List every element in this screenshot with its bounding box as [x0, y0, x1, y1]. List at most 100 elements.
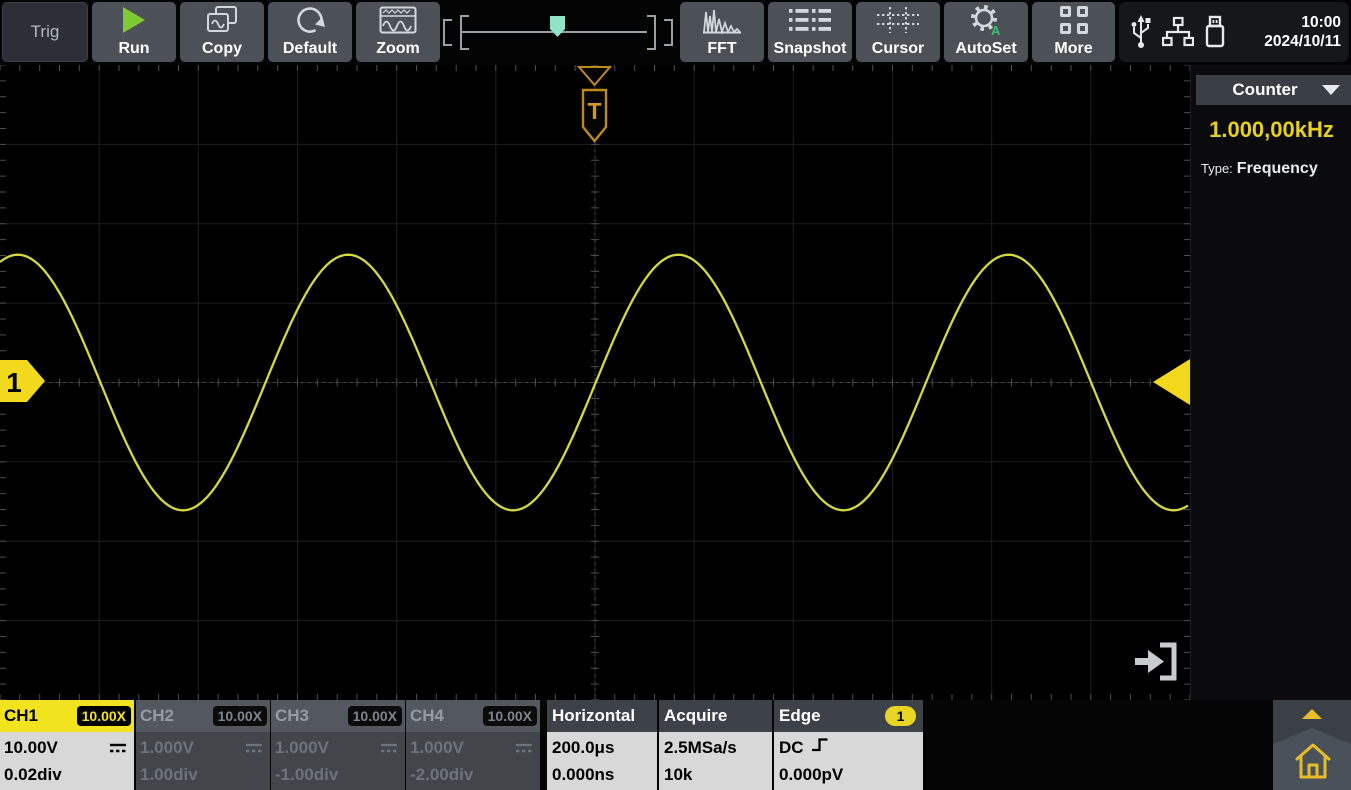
channel1-marker-label: 1 — [6, 367, 22, 398]
waveform-display: T 1 — [0, 65, 1190, 700]
counter-value: 1.000,00kHz — [1191, 117, 1351, 143]
zoom-button[interactable]: Zoom — [356, 2, 440, 62]
horizontal-delay: 0.000ns — [552, 761, 657, 788]
slider-outer-right-bracket — [664, 19, 673, 46]
trig-label: Trig — [31, 22, 60, 42]
acquire-sample-rate: 2.5MSa/s — [664, 734, 772, 761]
horizontal-panel[interactable]: Horizontal 200.0μs 0.000ns — [547, 700, 657, 790]
fft-spectrum-icon — [680, 2, 764, 38]
chevron-down-icon — [1322, 85, 1340, 95]
counter-title: Counter — [1232, 80, 1297, 100]
channel1-name: CH1 — [4, 706, 38, 726]
snapshot-label: Snapshot — [774, 38, 847, 62]
trigger-level-marker[interactable] — [1153, 359, 1190, 405]
channel4-probe-badge: 10.00X — [483, 706, 537, 726]
zoom-waveform-icon — [356, 2, 440, 38]
usb-storage-icon — [1203, 15, 1227, 49]
usb-device-icon — [1129, 14, 1153, 50]
channel1-position: 0.02div — [4, 761, 134, 788]
horizontal-title: Horizontal — [552, 706, 635, 726]
status-bar: CH1 10.00X 10.00V 0.02div CH2 10.00X 1.0… — [0, 700, 1351, 790]
channel2-name: CH2 — [140, 706, 174, 726]
dc-coupling-icon — [245, 734, 263, 761]
dc-coupling-icon — [380, 734, 398, 761]
cursor-label: Cursor — [872, 38, 924, 62]
channel1-panel[interactable]: CH1 10.00X 10.00V 0.02div — [0, 700, 134, 790]
trigger-level: 0.000pV — [779, 761, 923, 788]
channel1-probe-badge: 10.00X — [77, 706, 131, 726]
run-button[interactable]: Run — [92, 2, 176, 62]
zoom-label: Zoom — [376, 38, 420, 62]
snapshot-list-icon — [768, 2, 852, 38]
lan-network-icon — [1162, 16, 1194, 48]
fft-label: FFT — [707, 38, 736, 62]
autoset-a-mark: A — [991, 23, 1001, 36]
trigger-panel[interactable]: Edge 1 DC 0.000pV — [774, 700, 923, 790]
channel3-panel[interactable]: CH3 10.00X 1.000V -1.00div — [271, 700, 405, 790]
trig-button[interactable]: Trig — [2, 2, 88, 62]
channel3-position: -1.00div — [275, 761, 405, 788]
counter-dropdown[interactable]: Counter — [1196, 75, 1351, 105]
copy-label: Copy — [202, 38, 242, 62]
trigger-position-thumb[interactable] — [550, 16, 565, 37]
channel2-scale: 1.000V — [140, 734, 194, 761]
graticule-and-waveform — [0, 65, 1190, 700]
trigger-source-badge: 1 — [885, 706, 916, 726]
clock-time: 10:00 — [1264, 13, 1341, 32]
measurement-sidebar: Counter 1.000,00kHz Type: Frequency — [1190, 65, 1351, 700]
counter-type-row: Type: Frequency — [1201, 160, 1318, 178]
channel4-name: CH4 — [410, 706, 444, 726]
channel4-panel[interactable]: CH4 10.00X 1.000V -2.00div — [406, 700, 540, 790]
channel3-name: CH3 — [275, 706, 309, 726]
more-button[interactable]: More — [1032, 2, 1115, 62]
acquire-panel[interactable]: Acquire 2.5MSa/s 10k — [659, 700, 772, 790]
channel1-scale: 10.00V — [4, 734, 58, 761]
channel2-panel[interactable]: CH2 10.00X 1.000V 1.00div — [136, 700, 270, 790]
copy-icon — [180, 2, 264, 38]
counter-type-value: Frequency — [1237, 160, 1318, 177]
trigger-title: Edge — [779, 706, 821, 726]
horizontal-timebase: 200.0μs — [552, 734, 657, 761]
top-toolbar: Trig Run Copy Default — [0, 0, 1351, 65]
horizontal-position-slider[interactable] — [441, 2, 677, 62]
collapse-panel-icon[interactable] — [1131, 641, 1179, 688]
channel1-position-marker[interactable]: 1 — [0, 360, 46, 407]
snapshot-button[interactable]: Snapshot — [768, 2, 852, 62]
home-panel[interactable] — [1273, 700, 1351, 790]
acquire-title: Acquire — [664, 706, 727, 726]
autoset-label: AutoSet — [955, 38, 1016, 62]
channel2-position: 1.00div — [140, 761, 270, 788]
system-status-area: 10:00 2024/10/11 — [1119, 2, 1349, 62]
trigger-t-symbol: T — [587, 98, 601, 124]
oscilloscope-screen: Trig Run Copy Default — [0, 0, 1351, 790]
channel4-position: -2.00div — [410, 761, 540, 788]
play-icon — [92, 2, 176, 38]
channel3-probe-badge: 10.00X — [348, 706, 402, 726]
fft-button[interactable]: FFT — [680, 2, 764, 62]
trigger-position-marker[interactable]: T — [576, 65, 613, 158]
counter-type-label: Type: — [1201, 161, 1233, 176]
channel3-scale: 1.000V — [275, 734, 329, 761]
copy-button[interactable]: Copy — [180, 2, 264, 62]
reset-icon — [268, 2, 352, 38]
home-icon[interactable] — [1292, 740, 1334, 787]
dc-coupling-icon — [515, 734, 533, 761]
expand-up-icon[interactable] — [1302, 709, 1322, 719]
more-grid-icon — [1032, 2, 1115, 38]
slider-outer-left-bracket — [443, 19, 452, 46]
rising-edge-icon — [811, 734, 829, 761]
cursor-crosshair-icon — [856, 2, 940, 38]
run-label: Run — [118, 38, 149, 62]
clock-date: 2024/10/11 — [1264, 32, 1341, 51]
more-label: More — [1054, 38, 1092, 62]
channel4-scale: 1.000V — [410, 734, 464, 761]
acquire-memory-depth: 10k — [664, 761, 772, 788]
autoset-button[interactable]: A AutoSet — [944, 2, 1028, 62]
default-label: Default — [283, 38, 337, 62]
clock-display: 10:00 2024/10/11 — [1264, 13, 1341, 51]
default-button[interactable]: Default — [268, 2, 352, 62]
autoset-gear-icon: A — [944, 2, 1028, 38]
cursor-button[interactable]: Cursor — [856, 2, 940, 62]
channel2-probe-badge: 10.00X — [213, 706, 267, 726]
slider-inner-right-bracket — [647, 15, 656, 50]
